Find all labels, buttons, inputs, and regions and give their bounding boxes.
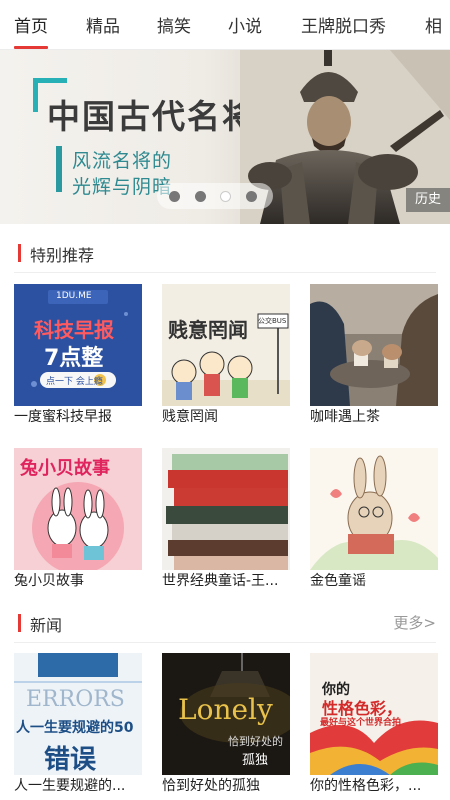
carousel-dot[interactable] [169, 191, 180, 202]
album-cover[interactable]: 1DU.ME 科技早报 7点整 点一下 会上瘾 [14, 284, 142, 406]
tab-premium[interactable]: 精品 [86, 15, 120, 39]
coffee-tea-cover-art [310, 284, 438, 406]
cover-heading: 最好与这个世界合拍 [320, 718, 402, 728]
album-title[interactable]: 你的性格色彩，... [310, 777, 450, 795]
cover-heading: 贱意罔闻 [168, 318, 248, 342]
cover-heading: 错误 [44, 745, 97, 775]
album-cover[interactable]: 兔小贝故事 [14, 448, 142, 570]
cover-heading: 兔小贝故事 [20, 458, 110, 479]
tab-novel[interactable]: 小说 [228, 15, 262, 39]
hero-banner[interactable]: 中国古代名将 风流名将的 光辉与阴暗 历史 [0, 50, 450, 224]
cover-badge: 公交BUS [258, 317, 287, 325]
more-link[interactable]: 更多> [393, 612, 436, 633]
top-tab-bar: 首页 精品 搞笑 小说 王牌脱口秀 相 [0, 0, 450, 50]
album-cover[interactable]: 你的 性格色彩， 最好与这个世界合拍 [310, 653, 438, 775]
cover-heading: 7点整 [44, 346, 104, 371]
carousel-dot[interactable] [246, 191, 257, 202]
album-cover[interactable] [310, 448, 438, 570]
carousel-dot-active[interactable] [220, 191, 231, 202]
album-title[interactable]: 恰到好处的孤独 [162, 777, 302, 795]
album-cover[interactable] [310, 284, 438, 406]
cover-heading: 人一生要规避的50 [16, 720, 134, 736]
tab-talk-show[interactable]: 王牌脱口秀 [301, 15, 386, 39]
album-cover[interactable]: Lonely 恰到好处的 孤独 [162, 653, 290, 775]
album-title[interactable]: 咖啡遇上茶 [310, 408, 450, 426]
carousel-indicator [157, 183, 273, 209]
cartoon-cover-art [162, 284, 290, 406]
tab-home[interactable]: 首页 [14, 15, 48, 39]
album-cover[interactable]: 贱意罔闻 公交BUS [162, 284, 290, 406]
cover-heading: Lonely [178, 693, 273, 726]
section-header-news: 新闻 更多> [0, 610, 450, 643]
section-divider [14, 642, 436, 643]
section-accent-bar [18, 614, 21, 632]
album-title[interactable]: 金色童谣 [310, 572, 450, 590]
section-accent-bar [18, 244, 21, 262]
album-title[interactable]: 兔小贝故事 [14, 572, 154, 590]
album-title[interactable]: 世界经典童话-王... [162, 572, 302, 590]
tab-more-cropped[interactable]: 相 [425, 15, 442, 39]
tab-funny[interactable]: 搞笑 [157, 15, 191, 39]
album-cover[interactable]: ERRORS 人一生要规避的50 错误 [14, 653, 142, 775]
banner-title: 中国古代名将 [47, 97, 257, 136]
section-divider [14, 272, 436, 273]
cover-heading: 孤独 [242, 753, 269, 768]
album-cover[interactable] [162, 448, 290, 570]
section-title: 新闻 [30, 616, 63, 635]
album-title[interactable]: 贱意罔闻 [162, 408, 302, 426]
banner-category-tag: 历史 [406, 188, 450, 212]
active-tab-indicator [14, 46, 48, 49]
album-title[interactable]: 一度蜜科技早报 [14, 408, 154, 426]
section-header-featured: 特别推荐 [0, 240, 450, 273]
cover-brand: 1DU.ME [56, 291, 92, 301]
carousel-dot[interactable] [195, 191, 206, 202]
book-stack-cover-art [162, 448, 290, 570]
cover-heading: 恰到好处的 [228, 735, 283, 748]
cover-button-text: 点一下 会上瘾 [46, 377, 103, 387]
cover-heading: ERRORS [26, 687, 125, 712]
banner-accent-bar [56, 146, 62, 192]
section-title: 特别推荐 [30, 246, 95, 265]
cover-heading: 科技早报 [34, 318, 114, 342]
album-title[interactable]: 人一生要规避的... [14, 777, 154, 795]
banner-subtitle: 风流名将的 [72, 150, 173, 172]
golden-rhymes-cover-art [310, 448, 438, 570]
